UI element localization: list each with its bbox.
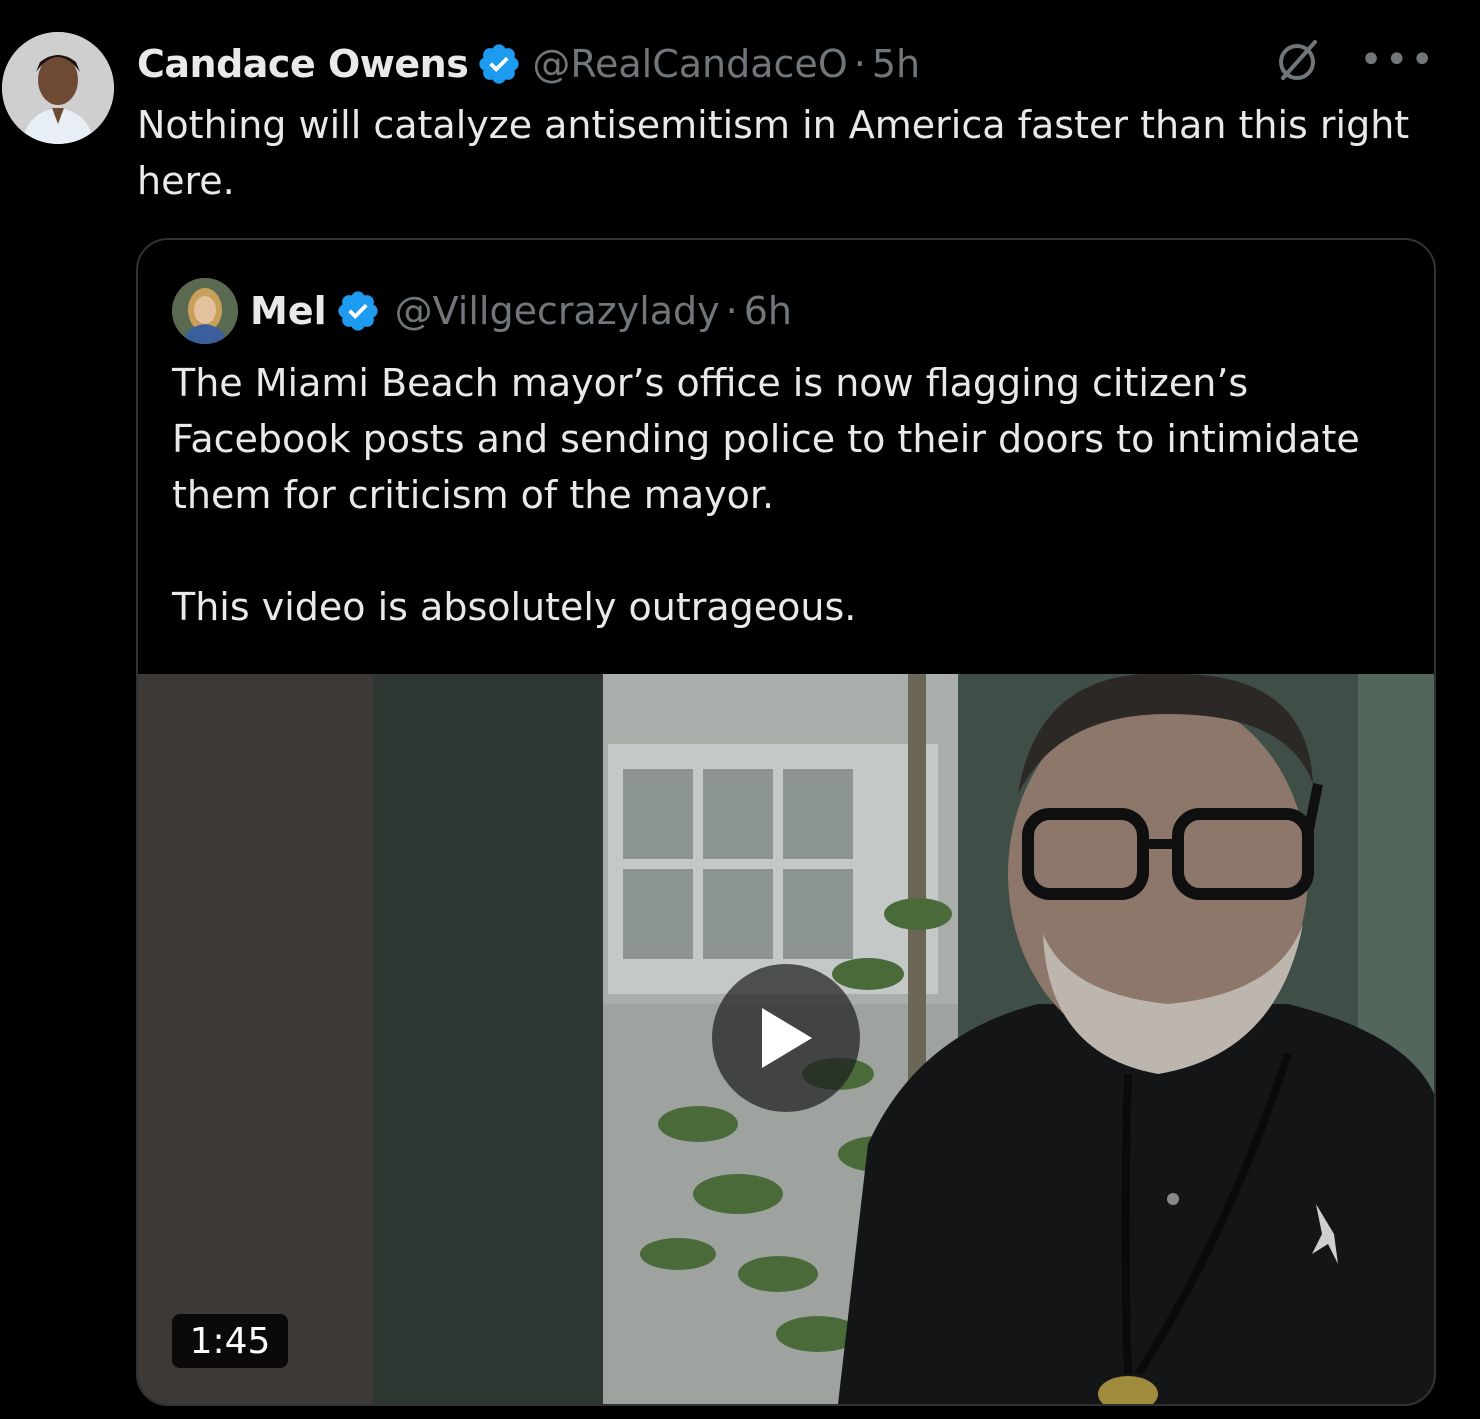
quoted-text-paragraph: The Miami Beach mayor’s office is now fl…: [172, 361, 1360, 517]
quoted-author-avatar[interactable]: [172, 278, 238, 344]
tweet-time[interactable]: 5h: [872, 42, 920, 86]
quoted-author-avatar-image: [172, 278, 238, 344]
tweet-header: Candace Owens @RealCandaceO · 5h: [137, 36, 920, 92]
video-player[interactable]: 1:45: [138, 674, 1434, 1404]
quoted-tweet[interactable]: Mel @Villgecrazylady · 6h The Miami Beac…: [136, 238, 1436, 1406]
quoted-separator-dot: ·: [725, 289, 738, 333]
tweet-text: Nothing will catalyze antisemitism in Am…: [137, 103, 1410, 203]
quoted-tweet-time[interactable]: 6h: [744, 289, 792, 333]
more-options-icon[interactable]: •••: [1359, 40, 1436, 80]
author-handle[interactable]: @RealCandaceO: [532, 42, 847, 86]
quoted-text-paragraph: This video is absolutely outrageous.: [172, 585, 857, 629]
play-button[interactable]: [712, 964, 860, 1112]
play-icon: [762, 1008, 812, 1068]
quoted-tweet-header: Mel @Villgecrazylady · 6h: [172, 276, 792, 346]
separator-dot: ·: [853, 42, 866, 86]
quoted-author-handle[interactable]: @Villgecrazylady: [395, 289, 720, 333]
author-name[interactable]: Candace Owens: [137, 42, 469, 86]
tweet-actions-top: •••: [1271, 34, 1436, 86]
quoted-verified-badge-icon: [337, 291, 378, 331]
author-avatar-image: [2, 32, 114, 144]
quoted-tweet-text: The Miami Beach mayor’s office is now fl…: [172, 355, 1412, 635]
verified-badge-icon: [479, 44, 519, 84]
video-duration-badge: 1:45: [172, 1314, 288, 1368]
grok-icon[interactable]: [1271, 34, 1323, 86]
quoted-author-name[interactable]: Mel: [250, 289, 327, 333]
author-avatar[interactable]: [2, 32, 114, 144]
